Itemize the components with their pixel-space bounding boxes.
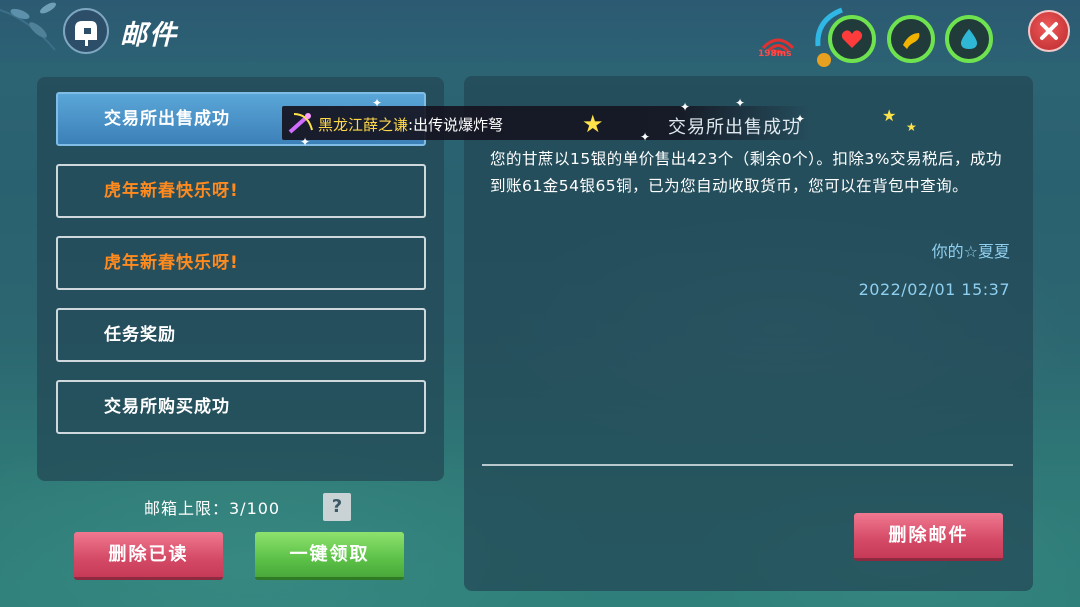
water-drop-icon (961, 29, 977, 49)
crossbow-icon (288, 113, 313, 134)
hunger-gauge[interactable] (887, 15, 935, 63)
sparkle-icon: ✦ (735, 96, 746, 110)
sparkle-icon: ✦ (372, 96, 383, 110)
mail-sender: 你的☆夏夏 (931, 242, 1010, 261)
broadcast-text: 黑龙江薛之谦:出传说爆炸弩 (318, 114, 503, 135)
broadcast-message: :出传说爆炸弩 (408, 116, 504, 134)
delete-read-button[interactable]: 删除已读 (74, 532, 223, 580)
sparkle-icon: ✦ (640, 130, 651, 144)
close-button[interactable] (1028, 10, 1070, 52)
heart-icon (841, 30, 863, 48)
ping-readout: 198ms (758, 49, 792, 59)
drumstick-icon (903, 33, 920, 49)
mailbox-limit: 邮箱上限：3/100 (144, 499, 281, 518)
mail-list-item[interactable]: 任务奖励 (56, 308, 426, 362)
mail-subject: 交易所出售成功 (668, 117, 801, 138)
health-gauge[interactable] (828, 15, 876, 63)
star-icon: ★ (582, 110, 604, 138)
delete-mail-button[interactable]: 删除邮件 (854, 513, 1003, 561)
claim-all-button[interactable]: 一键领取 (255, 532, 404, 580)
mail-list-item[interactable]: 交易所购买成功 (56, 380, 426, 434)
attachment-divider (482, 464, 1013, 466)
mail-list-item[interactable]: 虎年新春快乐呀! (56, 164, 426, 218)
mail-list-item[interactable]: 虎年新春快乐呀! (56, 236, 426, 290)
mail-date: 2022/02/01 15:37 (858, 280, 1010, 299)
sparkle-icon: ✦ (300, 135, 311, 149)
mailbox-icon (63, 8, 109, 54)
sparkle-icon: ✦ (680, 100, 691, 114)
star-icon: ★ (882, 106, 897, 125)
broadcast-player-name: 黑龙江薛之谦 (318, 116, 409, 134)
page-title: 邮件 (120, 20, 178, 51)
close-icon (1040, 22, 1058, 40)
mail-body-text: 您的甘蔗以15银的单价售出423个（剩余0个）。扣除3%交易税后，成功到账61金… (490, 150, 1003, 195)
help-button[interactable]: ? (323, 493, 351, 521)
thirst-gauge[interactable] (945, 15, 993, 63)
star-icon: ★ (906, 120, 917, 134)
